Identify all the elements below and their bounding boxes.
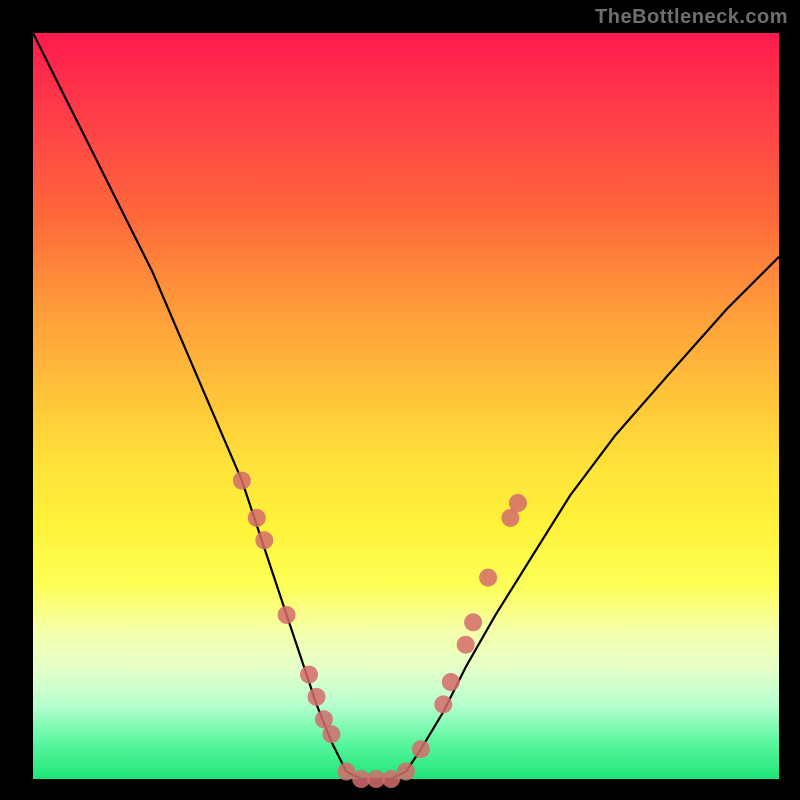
curve-marker [308, 688, 326, 706]
watermark-text: TheBottleneck.com [595, 6, 788, 29]
curve-marker [255, 531, 273, 549]
curve-marker [509, 494, 527, 512]
curve-marker [300, 666, 318, 684]
curve-marker [248, 509, 266, 527]
curve-marker [479, 569, 497, 587]
curve-marker [434, 695, 452, 713]
curve-marker [397, 763, 415, 781]
plot-area [33, 33, 779, 779]
curve-marker [457, 636, 475, 654]
curve-marker [322, 725, 340, 743]
curve-markers [233, 472, 527, 788]
curve-marker [233, 472, 251, 490]
chart-svg [33, 33, 779, 779]
curve-marker [412, 740, 430, 758]
curve-marker [464, 613, 482, 631]
chart-frame: TheBottleneck.com [0, 0, 800, 800]
bottleneck-curve [33, 33, 779, 779]
curve-marker [278, 606, 296, 624]
curve-marker [442, 673, 460, 691]
